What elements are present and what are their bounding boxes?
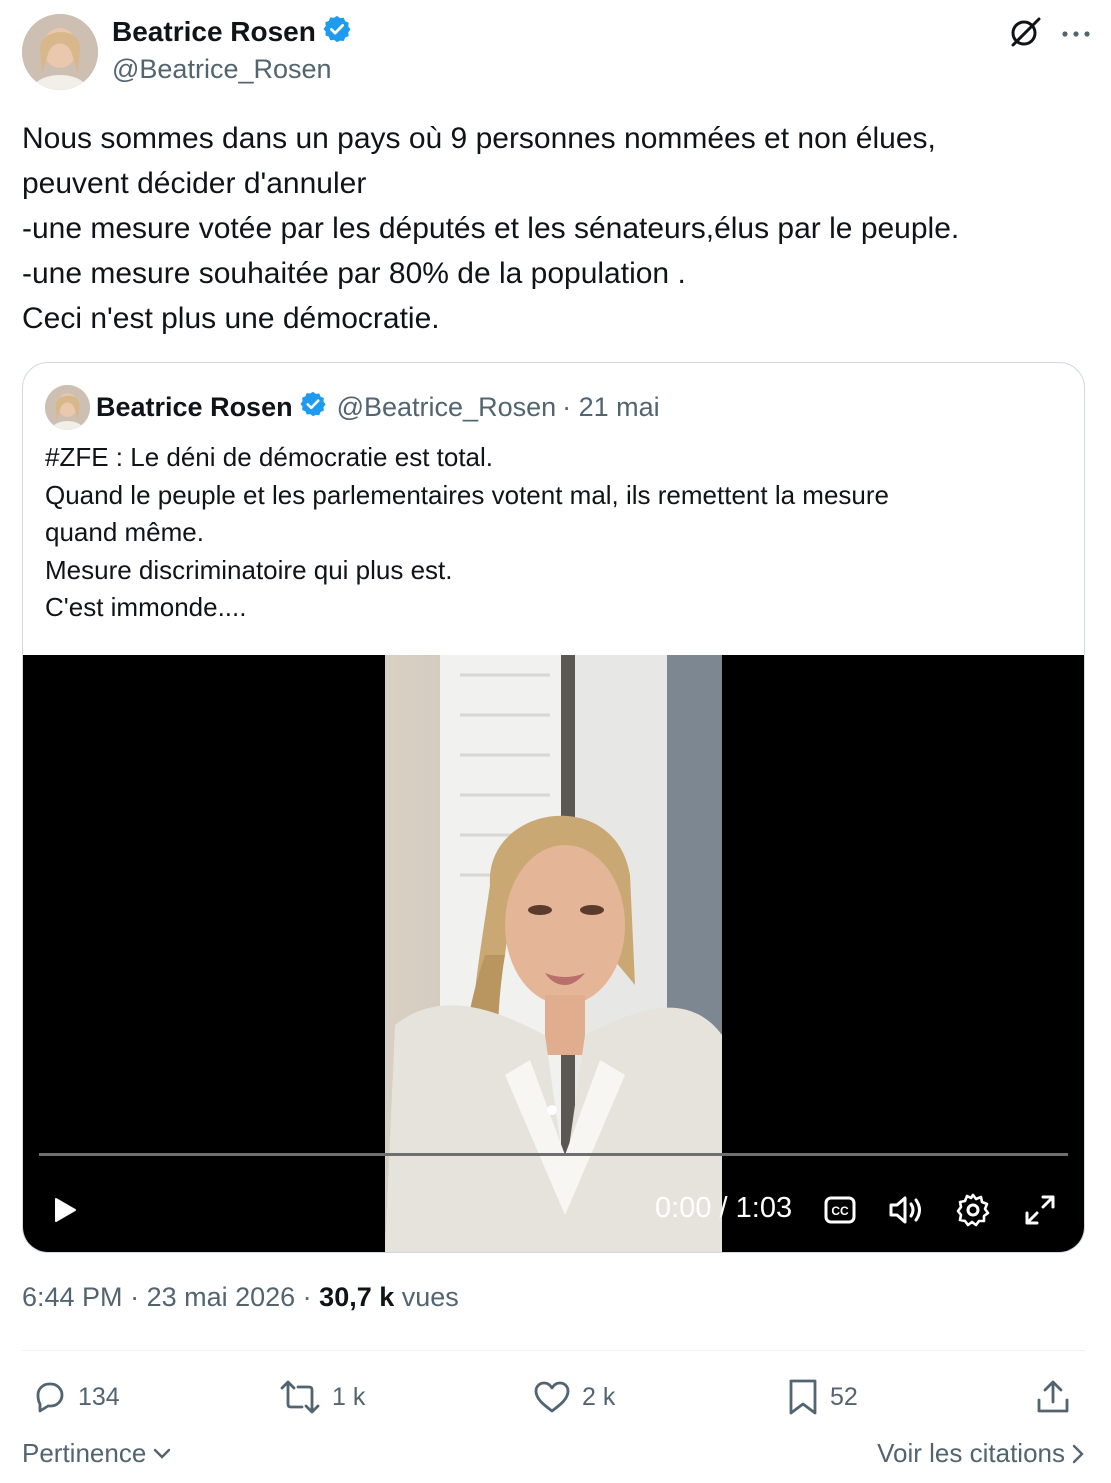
bookmark-icon <box>789 1379 817 1415</box>
action-bar: 134 1 k 2 k 52 <box>22 1372 1084 1422</box>
svg-text:CC: CC <box>831 1204 849 1218</box>
grok-icon[interactable] <box>1007 14 1043 55</box>
quoted-line: Mesure discriminatoire qui plus est. <box>45 554 453 585</box>
quoted-author-name: Beatrice Rosen <box>96 392 293 422</box>
repost-count: 1 k <box>332 1382 366 1411</box>
meta-separator: · <box>295 1282 320 1312</box>
quoted-date: · 21 mai <box>562 392 660 422</box>
quoted-line: quand même. <box>45 517 204 547</box>
quoted-author-handle: @Beatrice_Rosen <box>336 392 557 422</box>
tweet-line: peuvent décider d'annuler <box>22 167 367 200</box>
tweet-line: -une mesure votée par les députés et les… <box>22 212 960 245</box>
divider <box>22 1350 1085 1351</box>
verified-badge-icon <box>299 390 327 425</box>
bookmark-count: 52 <box>830 1382 858 1411</box>
tweet-line: Nous sommes dans un pays où 9 personnes … <box>22 122 936 155</box>
chevron-down-icon <box>154 1448 171 1459</box>
video-time: 0:00 / 1:03 <box>655 1192 792 1225</box>
tweet-time[interactable]: 6:44 PM <box>22 1282 123 1312</box>
video-time-separator: / <box>719 1192 728 1224</box>
tweet-line: -une mesure souhaitée par 80% de la popu… <box>22 257 686 290</box>
video-player[interactable]: 0:00 / 1:03 CC <box>23 655 1084 1252</box>
volume-icon[interactable] <box>887 1185 927 1235</box>
author-handle[interactable]: @Beatrice_Rosen <box>112 54 332 85</box>
like-heart-icon <box>534 1381 570 1413</box>
view-quotes-label: Voir les citations <box>877 1438 1065 1468</box>
meta-separator: · <box>122 1282 147 1312</box>
play-icon[interactable] <box>49 1185 79 1235</box>
tweet-date[interactable]: 23 mai 2026 <box>147 1282 296 1312</box>
views-count: 30,7 k <box>319 1282 395 1312</box>
settings-gear-icon[interactable] <box>955 1185 991 1235</box>
chevron-right-icon <box>1072 1444 1084 1463</box>
verified-badge-icon <box>322 14 352 49</box>
quoted-line: C'est immonde.... <box>45 592 247 622</box>
reply-icon <box>36 1382 64 1413</box>
repost-button[interactable]: 1 k <box>278 1372 365 1422</box>
tweet-line: Ceci n'est plus une démocratie. <box>22 302 440 335</box>
repost-icon <box>280 1380 320 1414</box>
share-button[interactable] <box>1034 1372 1072 1422</box>
sort-dropdown[interactable]: Pertinence <box>22 1438 172 1469</box>
quoted-author-avatar <box>45 385 90 430</box>
tweet-meta: 6:44 PM · 23 mai 2026 · 30,7 k vues <box>22 1282 459 1313</box>
fullscreen-icon[interactable] <box>1023 1185 1057 1235</box>
view-quotes-link[interactable]: Voir les citations <box>877 1438 1085 1469</box>
reply-button[interactable]: 134 <box>30 1372 120 1422</box>
like-count: 2 k <box>582 1382 616 1411</box>
more-icon[interactable] <box>1061 26 1091 44</box>
author-avatar[interactable] <box>22 14 98 90</box>
video-current-time: 0:00 <box>655 1192 712 1224</box>
bookmark-button[interactable]: 52 <box>786 1372 858 1422</box>
author-name[interactable]: Beatrice Rosen <box>112 16 316 48</box>
quoted-text: #ZFE : Le déni de démocratie est total. … <box>45 439 1045 627</box>
like-button[interactable]: 2 k <box>532 1372 615 1422</box>
replies-footer: Pertinence Voir les citations <box>22 1438 1085 1469</box>
sort-label: Pertinence <box>22 1438 147 1468</box>
captions-icon[interactable]: CC <box>823 1185 857 1235</box>
reply-count: 134 <box>78 1382 120 1411</box>
video-progress-bar[interactable] <box>39 1153 1068 1156</box>
video-frame <box>385 655 722 1252</box>
tweet-text: Nous sommes dans un pays où 9 personnes … <box>22 116 1082 341</box>
quoted-line: #ZFE : Le déni de démocratie est total. <box>45 442 494 472</box>
quoted-tweet-card[interactable]: Beatrice Rosen @Beatrice_Rosen · 21 mai … <box>22 362 1085 1253</box>
quoted-line: Quand le peuple et les parlementaires vo… <box>45 479 889 510</box>
video-duration: 1:03 <box>735 1192 793 1224</box>
views-label: vues <box>394 1282 459 1312</box>
share-icon <box>1037 1380 1069 1413</box>
